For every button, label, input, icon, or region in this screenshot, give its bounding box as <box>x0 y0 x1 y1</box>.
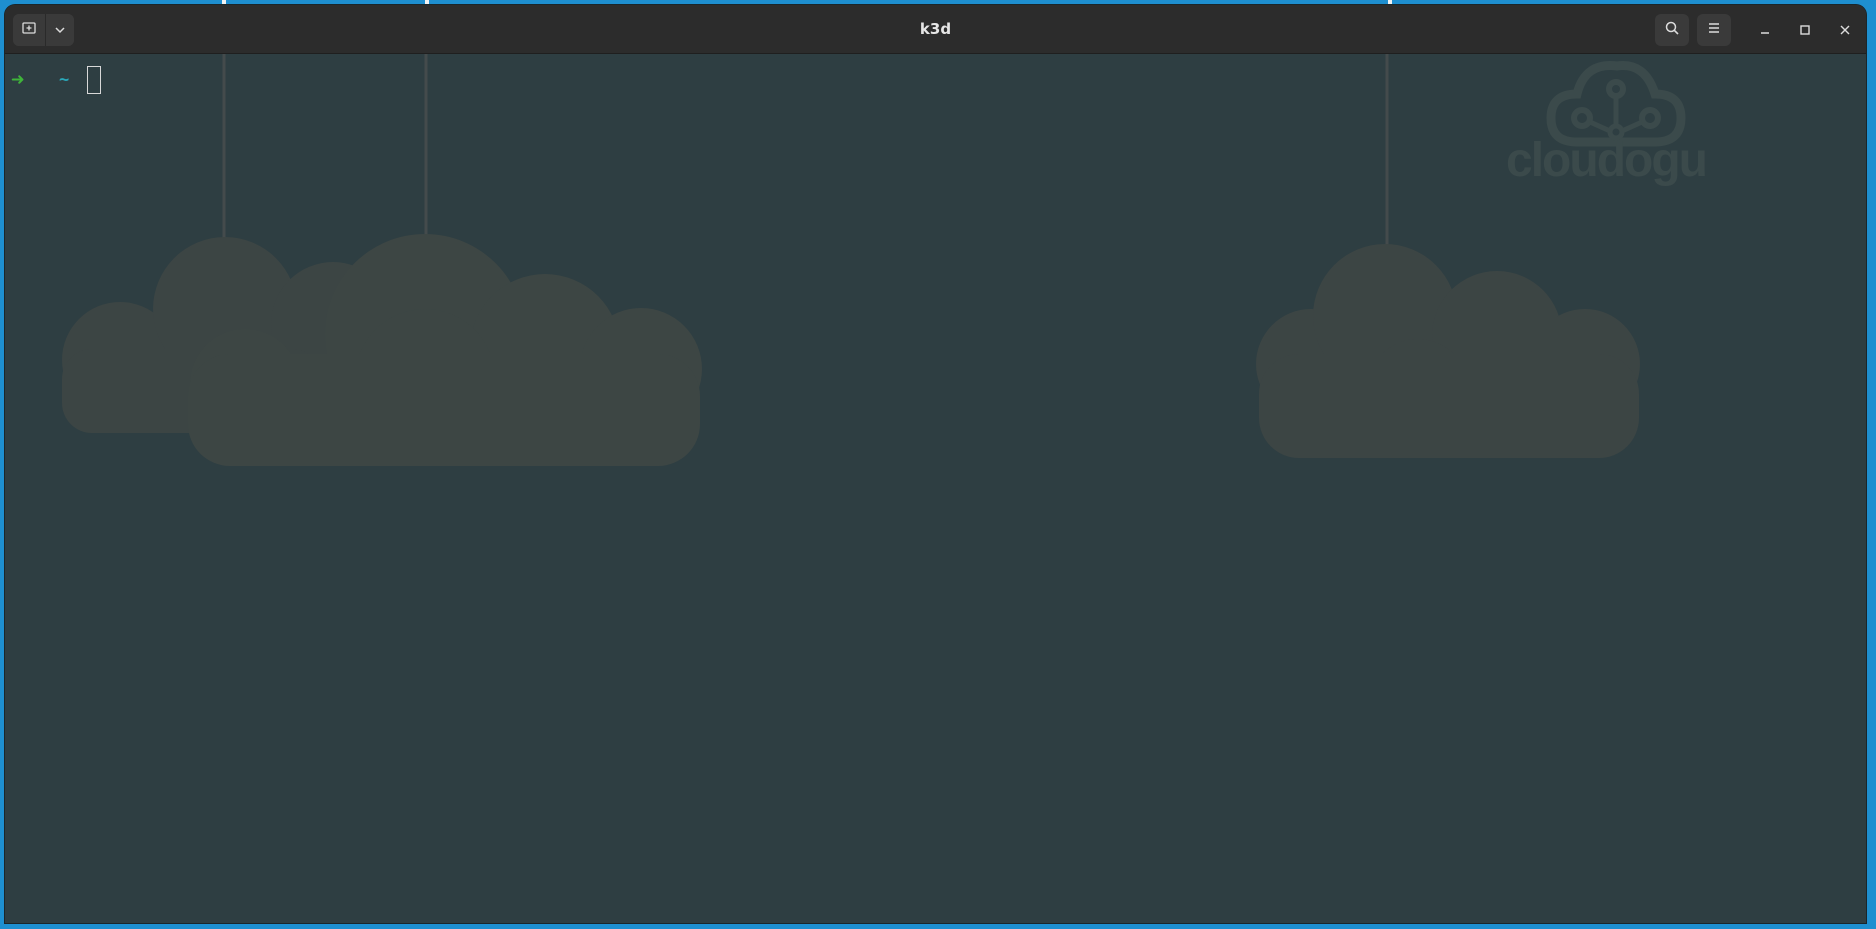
terminal-area[interactable]: cloudogu ➜ ~ <box>5 54 1866 923</box>
prompt-arrow-icon: ➜ <box>11 67 25 93</box>
close-button[interactable] <box>1825 14 1865 46</box>
prompt-directory: ~ <box>59 70 70 90</box>
cloudogu-logo <box>1546 61 1686 147</box>
cloudogu-logo-text: cloudogu <box>1506 134 1706 187</box>
desktop-background: k3d cloudogu ➜ ~ <box>0 0 1876 929</box>
titlebar: k3d <box>5 5 1866 54</box>
main-menu-button[interactable] <box>1697 14 1731 46</box>
cloud-right <box>1256 244 1640 458</box>
minimize-button[interactable] <box>1745 14 1785 46</box>
search-button[interactable] <box>1655 14 1689 46</box>
window-title: k3d <box>919 20 952 38</box>
terminal-cursor[interactable] <box>87 66 101 94</box>
header-actions <box>1655 14 1865 46</box>
maximize-button[interactable] <box>1785 14 1825 46</box>
minimize-icon <box>1759 21 1771 40</box>
maximize-icon <box>1799 21 1811 40</box>
shell-prompt: ➜ ~ <box>11 63 101 97</box>
search-icon <box>1664 20 1680 40</box>
wallpaper-illustration: cloudogu <box>62 54 1708 466</box>
close-icon <box>1839 21 1851 40</box>
hamburger-menu-icon <box>1706 20 1722 40</box>
terminal-window: k3d cloudogu ➜ ~ <box>5 5 1866 923</box>
